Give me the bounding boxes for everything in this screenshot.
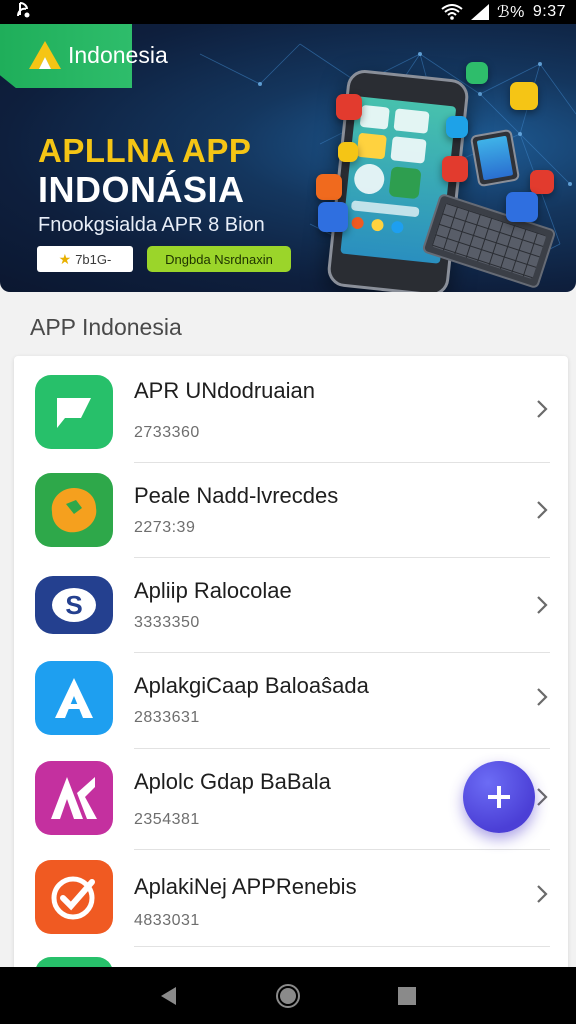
- chat-bubble-icon: [35, 375, 113, 449]
- system-nav-bar: [0, 967, 576, 1024]
- app-notification-icon: [14, 1, 34, 24]
- brand-logo: Indonesia: [28, 40, 168, 70]
- app-meta: 3333350: [134, 614, 200, 631]
- brand-a-icon: [29, 41, 61, 69]
- floating-app-icon: [338, 142, 358, 162]
- banner-rating-label: 7b1G-: [75, 251, 112, 267]
- letter-ak-icon: [35, 761, 113, 835]
- banner-title-line2: INDONÁSIA: [38, 169, 245, 210]
- status-bar: ℬ% 9:37: [0, 0, 576, 24]
- app-meta: 2833631: [134, 709, 200, 726]
- app-meta: 2733360: [134, 424, 200, 441]
- app-name: Peale Nadd-lvrecdes: [134, 483, 339, 508]
- app-meta: 2354381: [134, 811, 200, 828]
- list-item[interactable]: APR UNdodruaian 2733360: [14, 356, 568, 462]
- app-name: Apliip Ralocolae: [134, 578, 292, 603]
- orange-blob-icon: [35, 473, 113, 547]
- letter-a-icon: [35, 661, 113, 735]
- signal-icon: [471, 4, 490, 20]
- chevron-right-icon: [537, 501, 548, 519]
- chevron-right-icon: [537, 885, 548, 903]
- app-name: AplakgiCaap Baloaŝada: [134, 673, 369, 698]
- tablet-illustration: [469, 128, 521, 188]
- chevron-right-icon: [537, 596, 548, 614]
- chevron-right-icon: [537, 688, 548, 706]
- list-item[interactable]: Peale Nadd-lvrecdes 2273:39: [14, 463, 568, 557]
- add-fab-button[interactable]: [463, 761, 535, 833]
- chevron-right-icon: [537, 400, 548, 418]
- app-meta: 4833031: [134, 912, 200, 929]
- banner-rating-button[interactable]: ★ 7b1G-: [37, 246, 133, 272]
- floating-app-icon: [446, 116, 468, 138]
- floating-app-icon: [316, 174, 342, 200]
- floating-app-icon: [318, 202, 348, 232]
- list-item[interactable]: AplakiNej APPRenebis 4833031: [14, 850, 568, 946]
- banner-cta-button[interactable]: Dngbda Nsrdnaxin: [147, 246, 291, 272]
- back-icon[interactable]: [154, 981, 184, 1011]
- brand-name: Indonesia: [68, 41, 168, 68]
- app-list: APR UNdodruaian 2733360 Peale Nadd-lvrec…: [14, 356, 568, 976]
- app-meta: 2273:39: [134, 519, 196, 536]
- s-badge-icon: S: [35, 576, 113, 634]
- list-item[interactable]: AplakgiCaap Baloaŝada 2833631: [14, 653, 568, 749]
- list-item[interactable]: S Apliip Ralocolae 3333350: [14, 558, 568, 652]
- star-icon: ★: [58, 250, 72, 267]
- floating-app-icon: [510, 82, 538, 110]
- battery-text: ℬ%: [497, 4, 525, 21]
- app-name: APR UNdodruaian: [134, 378, 315, 403]
- wifi-icon: [441, 4, 463, 20]
- floating-app-icon: [530, 170, 554, 194]
- chevron-right-icon: [537, 788, 548, 806]
- app-name: Aplolc Gdap BaBala: [134, 769, 331, 794]
- svg-text:S: S: [65, 590, 82, 620]
- banner-title-line1: APLLNA APP: [38, 132, 252, 169]
- floating-app-icon: [506, 192, 538, 222]
- clock: 9:37: [532, 3, 566, 20]
- promo-banner[interactable]: Indonesia APLLNA APP INDONÁSIA Fnookgsia…: [0, 24, 576, 292]
- app-name: AplakiNej APPRenebis: [134, 874, 357, 899]
- recents-icon[interactable]: [392, 981, 422, 1011]
- banner-cta-label: Dngbda Nsrdnaxin: [165, 251, 273, 267]
- section-title: APP Indonesia: [30, 314, 182, 340]
- banner-subtitle: Fnookgsialda APR 8 Bion: [38, 214, 265, 236]
- floating-app-icon: [442, 156, 468, 182]
- floating-app-icon: [336, 94, 362, 120]
- floating-app-icon: [466, 62, 488, 84]
- plus-icon: [488, 786, 510, 808]
- home-icon[interactable]: [273, 981, 303, 1011]
- check-circle-icon: [35, 860, 113, 934]
